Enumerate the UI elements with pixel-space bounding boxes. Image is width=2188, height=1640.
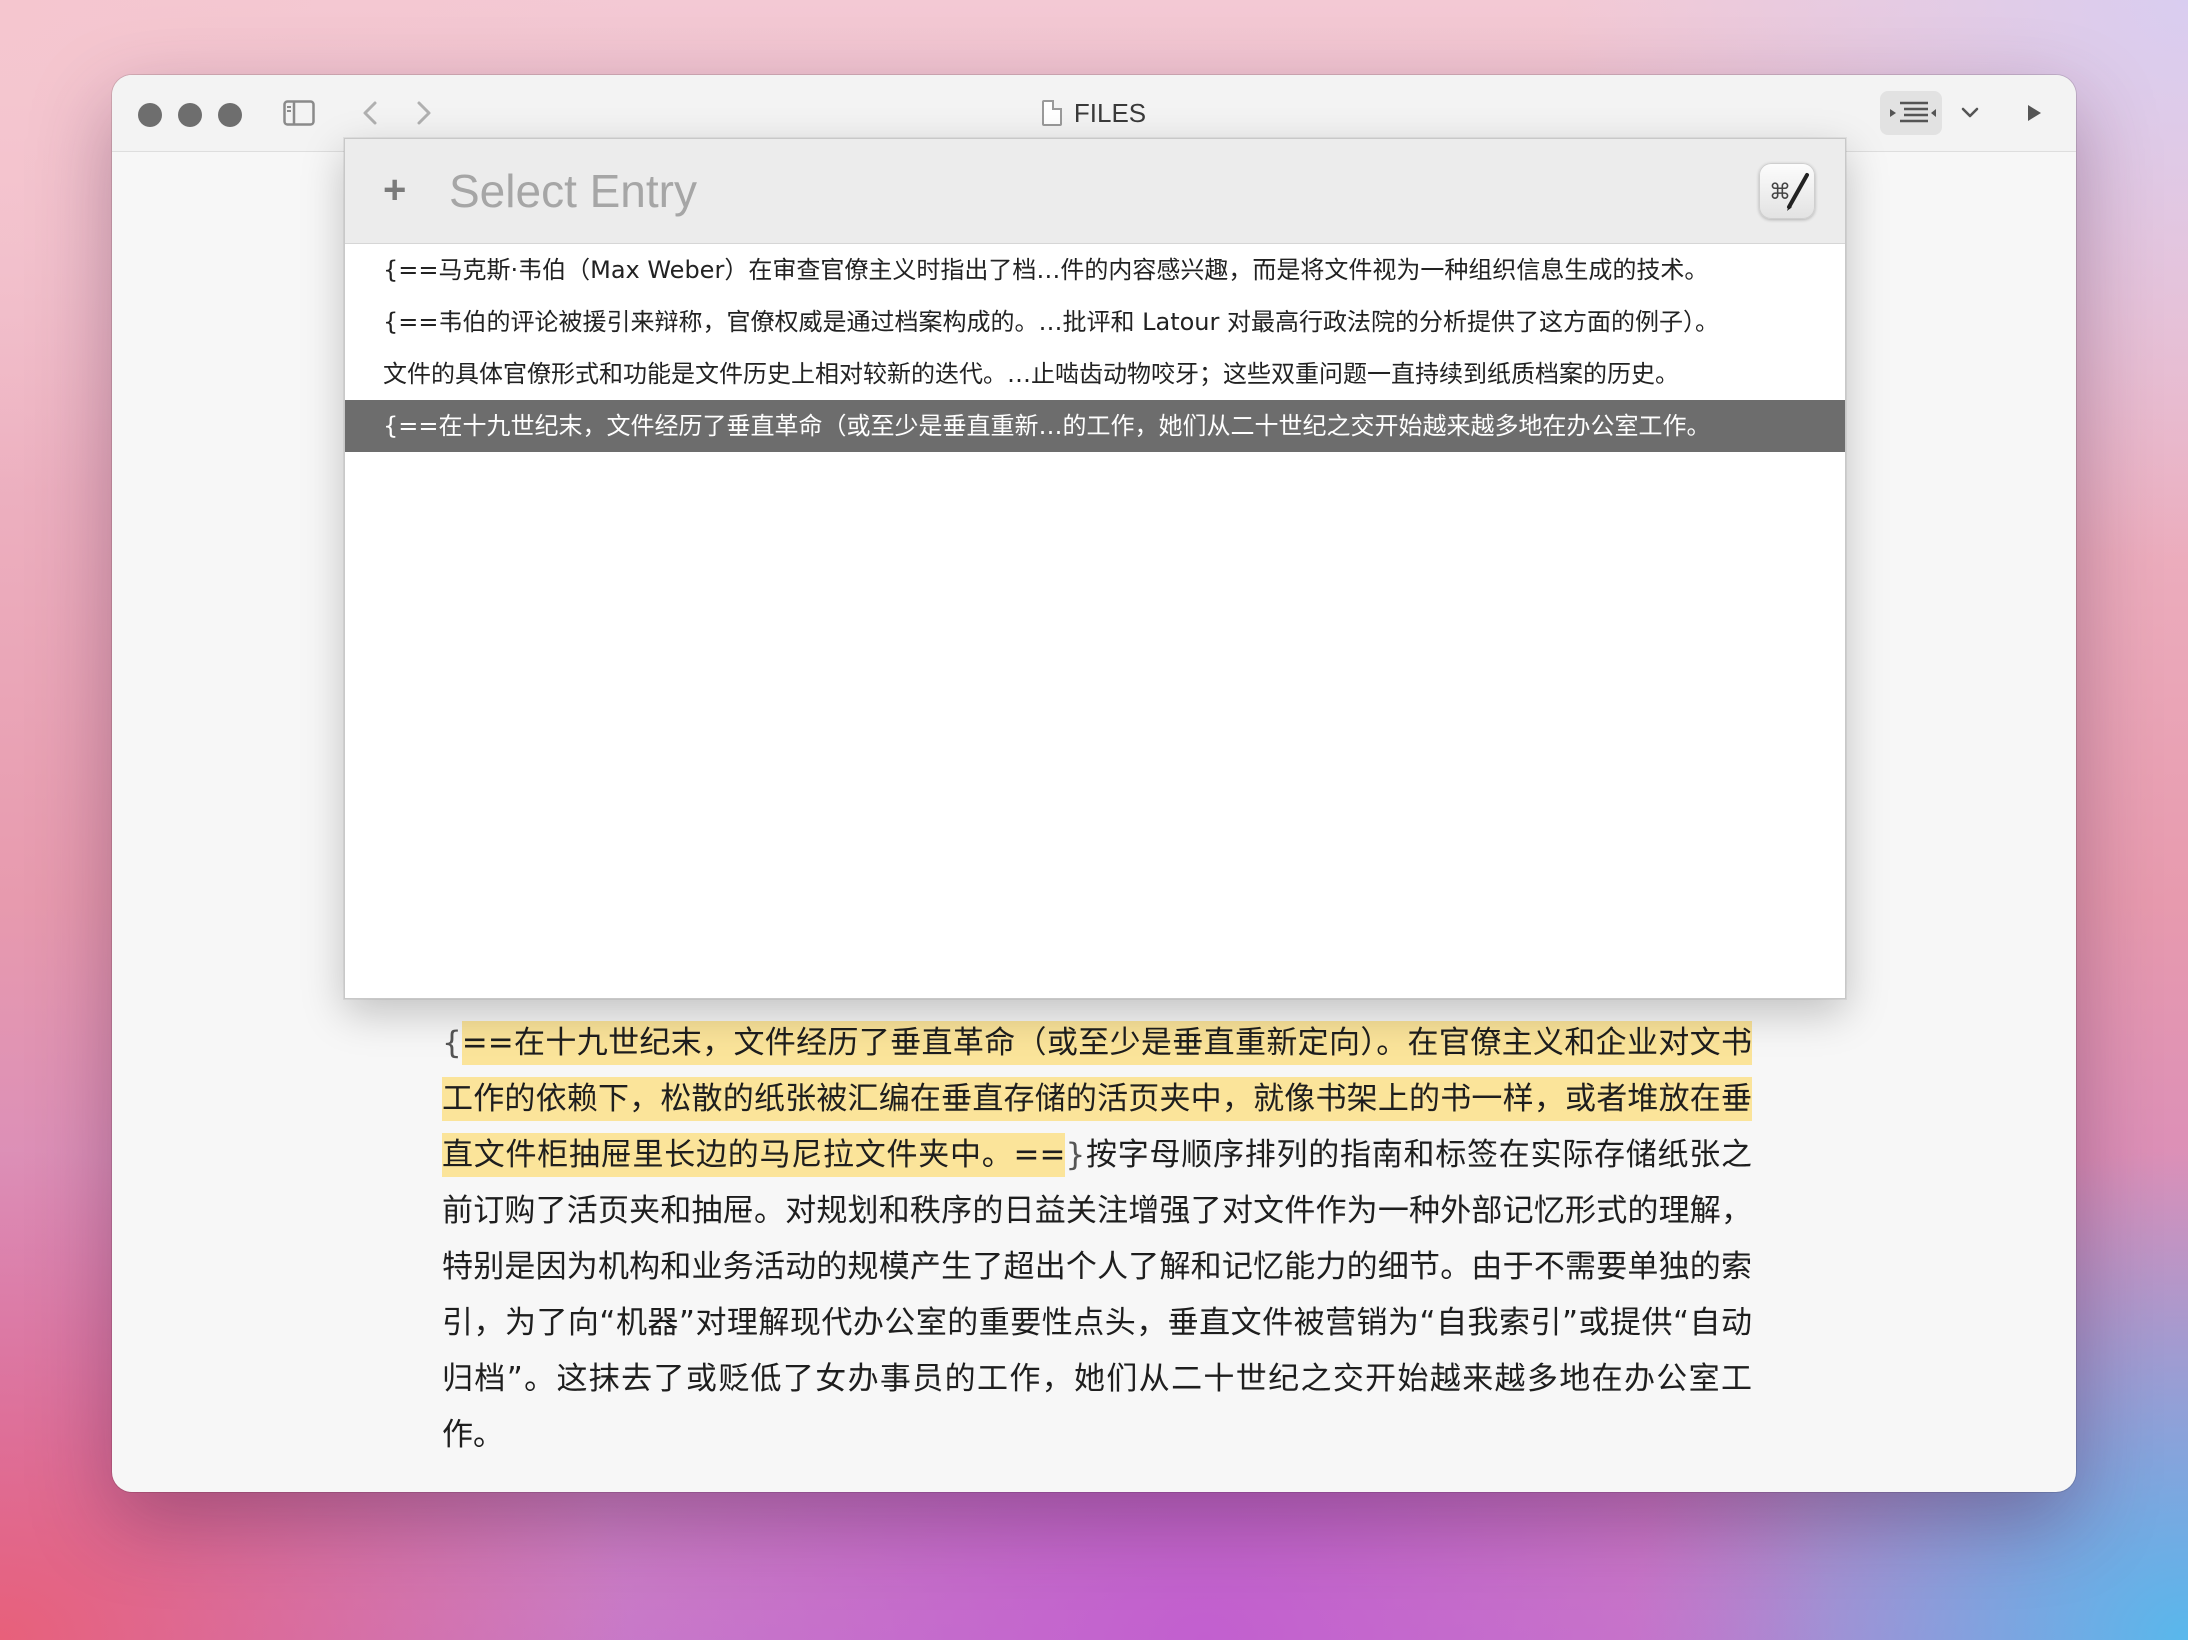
zoom-window-button[interactable] — [218, 103, 242, 127]
result-item-selected[interactable]: {==在十九世纪末，文件经历了垂直革命（或至少是垂直重新…的工作，她们从二十世纪… — [345, 400, 1845, 452]
results-list: {==马克斯·韦伯（Max Weber）在审查官僚主义时指出了档…件的内容感兴趣… — [345, 244, 1845, 452]
select-entry-input[interactable] — [449, 161, 1649, 221]
back-chevron-icon[interactable] — [358, 99, 382, 127]
document-icon — [1041, 100, 1062, 126]
outline-button[interactable] — [1880, 91, 1942, 135]
minimize-window-button[interactable] — [178, 103, 202, 127]
document-body[interactable]: {==在十九世纪末，文件经历了垂直革命（或至少是垂直重新定向）。在官僚主义和企业… — [442, 1015, 1752, 1463]
sidebar-toggle-icon[interactable] — [282, 97, 316, 129]
paragraph-text: 按字母顺序排列的指南和标签在实际存储纸张之前订购了活页夹和抽屉。对规划和秩序的日… — [442, 1137, 1753, 1453]
popup-header: + ⌘ — [345, 139, 1845, 244]
result-item[interactable]: {==韦伯的评论被援引来辩称，官僚权威是通过档案构成的。…批评和 Latour … — [345, 296, 1845, 348]
command-pen-icon[interactable]: ⌘ — [1759, 163, 1815, 219]
play-icon[interactable] — [2022, 101, 2046, 125]
result-item[interactable]: 文件的具体官僚形式和功能是文件历史上相对较新的迭代。…止啮齿动物咬牙；这些双重问… — [345, 348, 1845, 400]
close-window-button[interactable] — [138, 103, 162, 127]
forward-chevron-icon[interactable] — [412, 99, 436, 127]
comment-open-delimiter: { — [442, 1025, 462, 1061]
outline-icon — [1890, 101, 1936, 123]
chevron-down-icon[interactable] — [1958, 101, 1982, 125]
select-entry-popup: + ⌘ {==马克斯·韦伯（Max Weber）在审查官僚主义时指出了档…件的内… — [344, 138, 1846, 999]
app-glyph: ⌘ — [1769, 180, 1791, 205]
window-title-text: FILES — [1073, 97, 1147, 128]
comment-close-delimiter: } — [1065, 1137, 1086, 1173]
add-entry-button[interactable]: + — [383, 165, 406, 215]
result-item[interactable]: {==马克斯·韦伯（Max Weber）在审查官僚主义时指出了档…件的内容感兴趣… — [345, 244, 1845, 296]
